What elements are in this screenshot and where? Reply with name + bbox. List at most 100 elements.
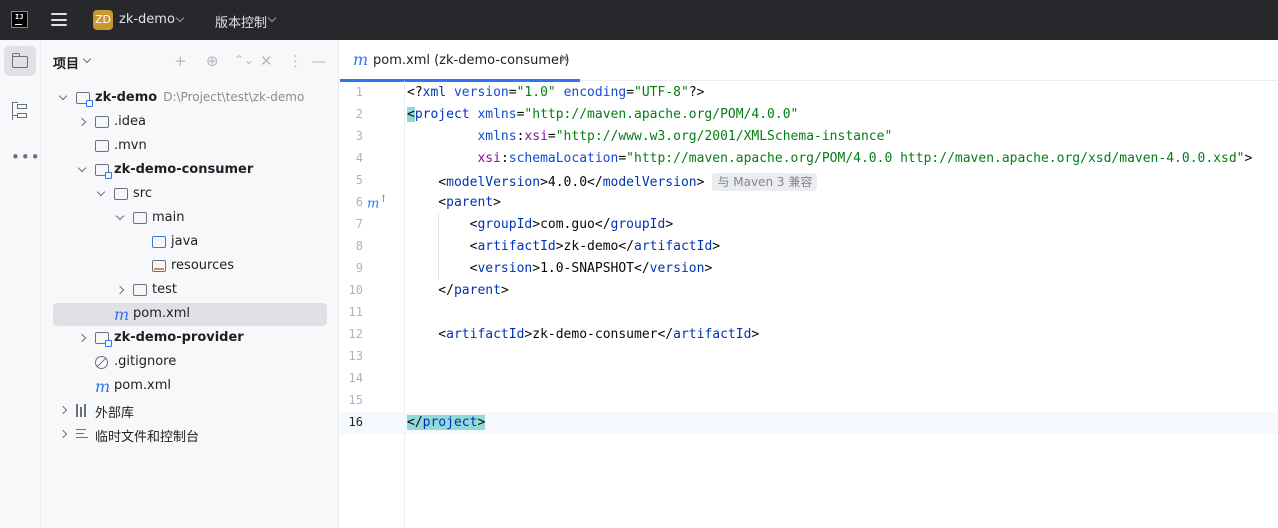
line-number: 8	[355, 239, 363, 253]
folder-icon	[11, 53, 28, 68]
tree-item[interactable]: zk-demo-consumer	[53, 159, 327, 182]
hide-panel-icon[interactable]: —	[311, 52, 326, 70]
expand-all-icon[interactable]: ⌃⌄	[234, 53, 254, 67]
project-tool-button[interactable]	[4, 46, 36, 76]
vcs-menu[interactable]: 版本控制	[215, 12, 267, 31]
close-icon[interactable]: ✕	[559, 52, 570, 67]
maven-icon: m	[95, 377, 111, 396]
project-panel-title[interactable]: 项目	[53, 53, 79, 72]
line-number: 10	[348, 283, 363, 297]
chevron-down-icon[interactable]	[96, 187, 106, 197]
locate-icon[interactable]: ⊕	[206, 52, 219, 70]
tree-item-label: pom.xml	[114, 378, 171, 393]
tree-item-label: main	[152, 210, 185, 225]
maven-icon: m	[114, 305, 130, 324]
tree-item-label: resources	[171, 258, 235, 273]
code-line[interactable]: 16 </project>	[340, 412, 1278, 434]
code-line[interactable]: 15	[340, 390, 1278, 412]
code-line[interactable]: 12 <artifactId>zk-demo-consumer</artifac…	[340, 324, 1278, 346]
code-text: xsi:schemaLocation="http://maven.apache.…	[477, 151, 1253, 166]
code-line[interactable]: 9 <version>1.0-SNAPSHOT</version>	[340, 258, 1278, 280]
code-line[interactable]: 3 xmlns:xsi="http://www.w3.org/2001/XMLS…	[340, 126, 1278, 148]
tree-item[interactable]: m pom.xml	[53, 303, 327, 326]
code-line[interactable]: 2 <project xmlns="http://maven.apache.org…	[340, 104, 1278, 126]
chevron-right-icon[interactable]	[115, 285, 125, 295]
code-text: <artifactId>zk-demo-consumer</artifactId…	[407, 327, 760, 342]
tool-window-strip: •••	[0, 40, 41, 528]
chevron-down-icon[interactable]	[77, 163, 87, 173]
chevron-right-icon[interactable]	[58, 429, 68, 439]
tree-item-label: .gitignore	[114, 354, 177, 369]
tree-item[interactable]: 临时文件和控制台	[53, 423, 327, 446]
tree-item[interactable]: .mvn	[53, 135, 327, 158]
tree-item[interactable]: resources	[53, 255, 327, 278]
title-bar: IJ ZD zk-demo 版本控制	[0, 0, 1278, 40]
chevron-down-icon[interactable]	[267, 13, 277, 23]
line-number: 5	[355, 173, 363, 187]
tree-item[interactable]: .gitignore	[53, 351, 327, 374]
line-number: 2	[355, 107, 363, 121]
line-number: 6	[355, 195, 363, 209]
more-tools-icon[interactable]: •••	[11, 148, 41, 166]
chevron-right-icon[interactable]	[58, 405, 68, 415]
code-line[interactable]: 10 </parent>	[340, 280, 1278, 302]
code-line[interactable]: 14	[340, 368, 1278, 390]
project-badge[interactable]: ZD	[93, 10, 113, 30]
code-line[interactable]: 4 xsi:schemaLocation="http://maven.apach…	[340, 148, 1278, 170]
add-icon[interactable]: +	[174, 52, 187, 70]
tree-item[interactable]: .idea	[53, 111, 327, 134]
tree-item[interactable]: src	[53, 183, 327, 206]
tree-item[interactable]: java	[53, 231, 327, 254]
line-number: 7	[355, 217, 363, 231]
collapse-all-icon[interactable]: ✕	[260, 52, 273, 70]
tree-item[interactable]: m pom.xml	[53, 375, 327, 398]
navigate-to-parent-icon[interactable]: m↑	[367, 194, 388, 211]
ignore-file-icon	[95, 356, 108, 369]
main-menu-icon[interactable]	[51, 13, 67, 26]
project-switcher[interactable]: zk-demo	[119, 12, 175, 27]
chevron-down-icon[interactable]	[82, 54, 92, 64]
tree-item[interactable]: zk-demo D:\Project\test\zk-demo	[53, 87, 327, 110]
tree-item-label: zk-demo D:\Project\test\zk-demo	[95, 90, 305, 105]
code-line[interactable]: 11	[340, 302, 1278, 324]
tree-item[interactable]: main	[53, 207, 327, 230]
chevron-down-icon[interactable]	[115, 211, 125, 221]
chevron-right-icon[interactable]	[77, 333, 87, 343]
chevron-down-icon[interactable]	[58, 91, 68, 101]
line-number: 16	[348, 415, 363, 429]
code-text: <groupId>com.guo</groupId>	[407, 217, 674, 232]
folder-icon	[114, 188, 128, 200]
code-line[interactable]: 5 <modelVersion>4.0.0</modelVersion> 与 Ma…	[340, 170, 1278, 192]
chevron-right-icon[interactable]	[77, 117, 87, 127]
tree-item[interactable]: zk-demo-provider	[53, 327, 327, 350]
code-text: <version>1.0-SNAPSHOT</version>	[407, 261, 713, 276]
chevron-down-icon[interactable]	[175, 13, 185, 23]
tab-label: pom.xml (zk-demo-consumer)	[373, 53, 570, 68]
code-line[interactable]: 6 m↑ <parent>	[340, 192, 1278, 214]
tree-item[interactable]: 外部库	[53, 399, 327, 422]
code-line[interactable]: 13	[340, 346, 1278, 368]
tree-item-label: java	[171, 234, 199, 249]
folder-icon	[95, 116, 109, 128]
tab-pom-xml[interactable]: m pom.xml (zk-demo-consumer) ✕	[340, 40, 580, 82]
inlay-hint[interactable]: 与 Maven 3 兼容	[712, 173, 818, 191]
structure-icon[interactable]	[12, 102, 28, 120]
code-line[interactable]: 1 <?xml version="1.0" encoding="UTF-8"?>	[340, 82, 1278, 104]
tree-item-label: zk-demo-consumer	[114, 162, 254, 177]
code-text: <artifactId>zk-demo</artifactId>	[407, 239, 721, 254]
tree-item[interactable]: test	[53, 279, 327, 302]
intellij-logo-icon[interactable]: IJ	[11, 11, 28, 28]
code-text: <parent>	[407, 195, 501, 210]
tree-item-label: zk-demo-provider	[114, 330, 244, 345]
options-icon[interactable]: ⋮	[288, 52, 303, 70]
code-text: </project>	[407, 415, 486, 430]
line-number: 13	[348, 349, 363, 363]
module-folder-icon	[95, 332, 112, 347]
folder-icon	[95, 140, 109, 152]
project-panel: 项目 + ⊕ ⌃⌄ ✕ ⋮ — zk-demo D:\Project\test\z…	[41, 40, 339, 528]
code-line[interactable]: 7 <groupId>com.guo</groupId>	[340, 214, 1278, 236]
line-number: 12	[348, 327, 363, 341]
line-number: 15	[348, 393, 363, 407]
maven-icon: m	[353, 50, 369, 69]
code-line[interactable]: 8 <artifactId>zk-demo</artifactId>	[340, 236, 1278, 258]
